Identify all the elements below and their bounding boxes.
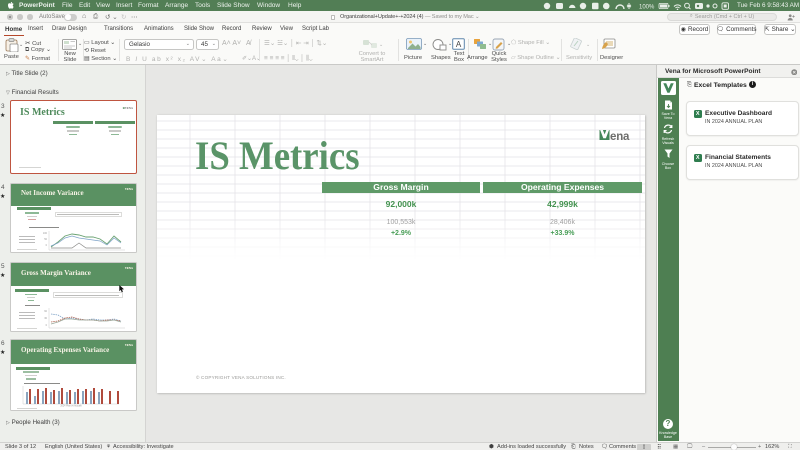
svg-text:A: A <box>456 40 462 49</box>
svg-text:0: 0 <box>46 324 48 327</box>
svg-text:50: 50 <box>44 238 47 241</box>
svg-text:100: 100 <box>43 232 48 235</box>
svg-text:0: 0 <box>46 244 48 247</box>
svg-text:60: 60 <box>44 310 47 313</box>
svg-text:100%: 100% <box>639 5 655 11</box>
svg-text:2024 Plan vs Actuals: 2024 Plan vs Actuals <box>60 405 82 408</box>
svg-text:30: 30 <box>44 317 47 320</box>
